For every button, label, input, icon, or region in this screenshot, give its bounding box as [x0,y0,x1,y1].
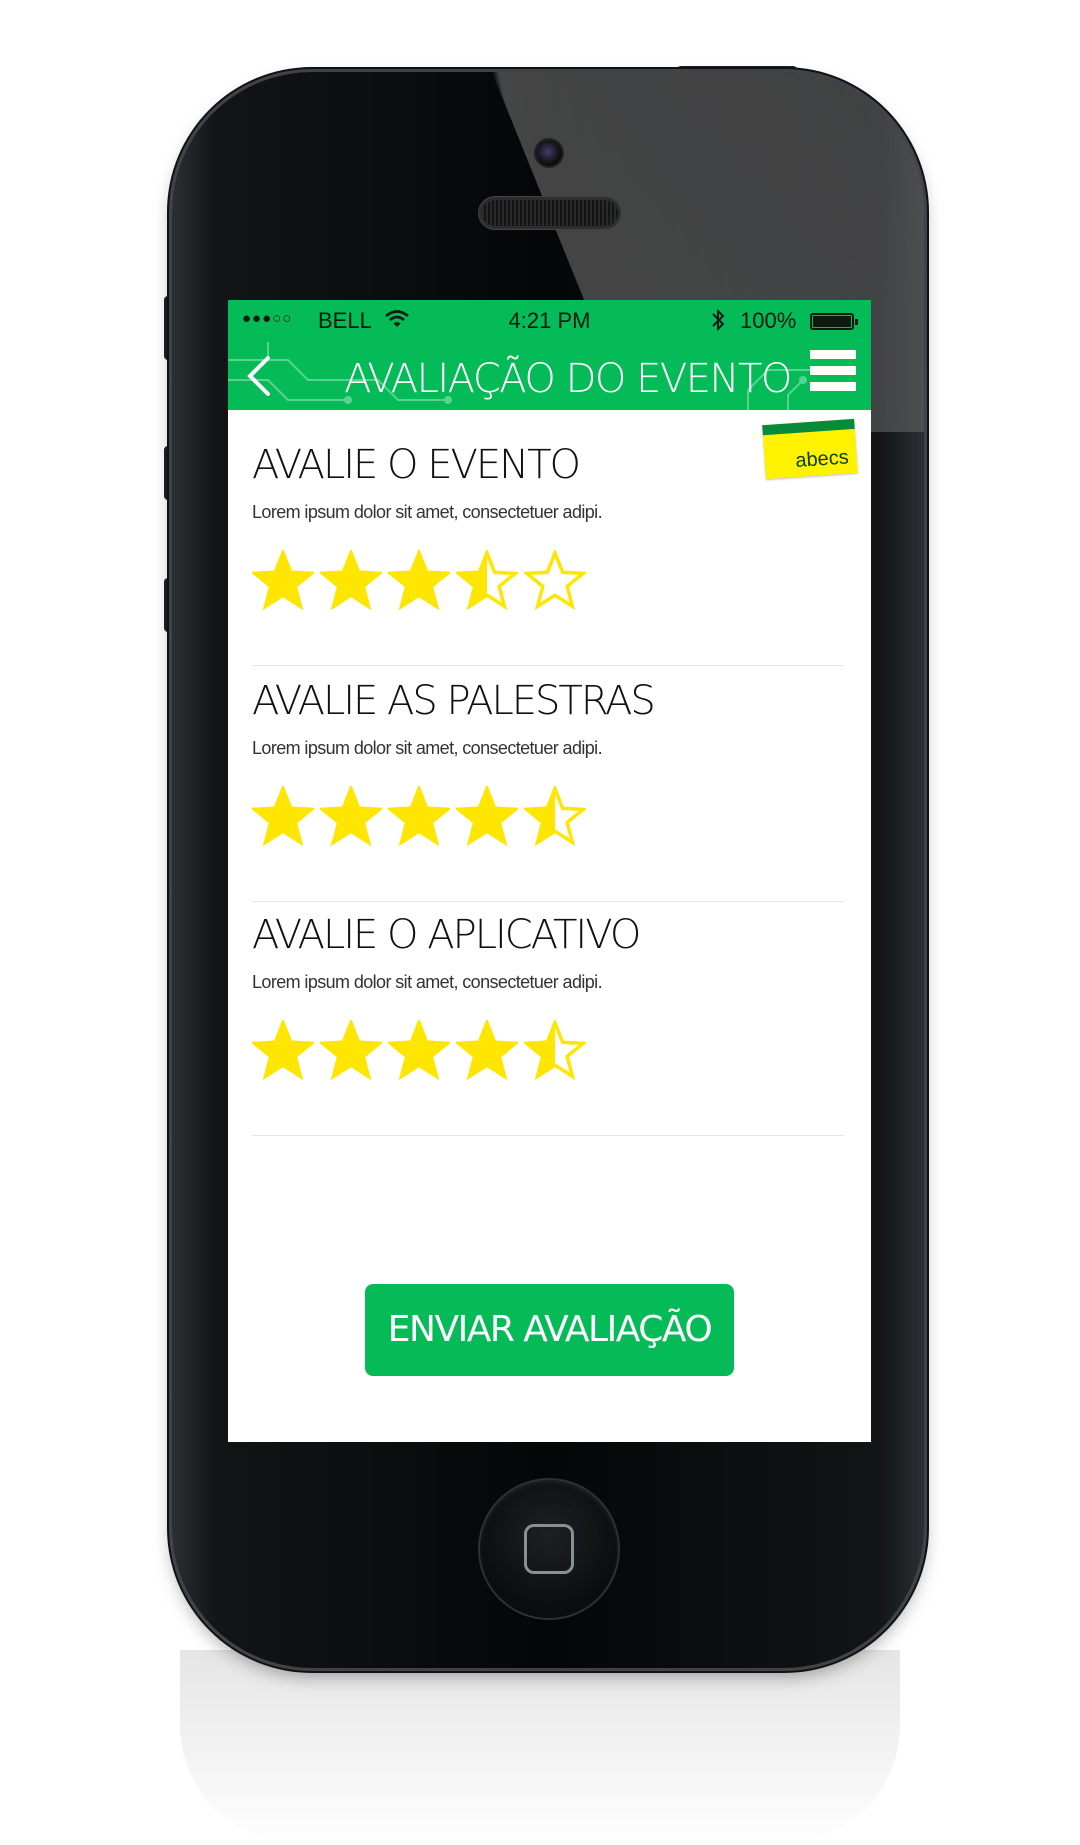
phone-reflection [180,1650,900,1845]
star-full-icon[interactable] [456,786,518,848]
star-full-icon[interactable] [388,550,450,612]
star-full-icon[interactable] [252,786,314,848]
menu-button[interactable] [810,350,860,394]
section-description: Lorem ipsum dolor sit amet, consectetuer… [252,972,603,992]
app-screen: ●●●○○ BELL 4:21 PM 100% AVALIAÇÃO DO EVE… [228,300,871,1442]
star-full-icon[interactable] [456,1020,518,1082]
star-rating[interactable] [252,550,652,614]
submit-rating-button[interactable]: ENVIAR AVALIAÇÃO [365,1284,734,1376]
battery-icon [810,313,858,330]
battery-percentage: 100% [740,308,797,333]
page-title: AVALIAÇÃO DO EVENTO [344,356,792,402]
star-full-icon[interactable] [320,1020,382,1082]
section-description: Lorem ipsum dolor sit amet, consectetuer… [252,502,603,522]
star-empty-icon[interactable] [524,550,586,612]
menu-bar-bottom [810,382,856,391]
section-title: AVALIE AS PALESTRAS [252,678,656,724]
star-full-icon[interactable] [388,1020,450,1082]
star-full-icon[interactable] [320,550,382,612]
section-title: AVALIE O APLICATIVO [252,912,641,958]
logo-stripe [762,418,855,436]
app-header: ●●●○○ BELL 4:21 PM 100% AVALIAÇÃO DO EVE… [228,300,871,410]
star-full-icon[interactable] [252,1020,314,1082]
star-full-icon[interactable] [320,786,382,848]
section-description: Lorem ipsum dolor sit amet, consectetuer… [252,738,603,758]
bluetooth-icon [712,308,725,332]
front-camera [536,140,562,166]
divider [252,901,844,902]
home-square-icon [524,1524,574,1574]
star-rating[interactable] [252,1020,652,1084]
home-button[interactable] [480,1480,618,1618]
star-full-icon[interactable] [388,786,450,848]
abecs-logo: abecs [762,418,858,480]
star-half-icon[interactable] [456,550,518,612]
divider [252,1135,844,1136]
menu-bar-middle [810,366,856,375]
star-full-icon[interactable] [252,550,314,612]
menu-bar-top [810,350,856,359]
star-rating[interactable] [252,786,652,850]
logo-text: abecs [794,446,850,473]
section-title: AVALIE O EVENTO [252,442,581,488]
star-half-icon[interactable] [524,1020,586,1082]
star-half-icon[interactable] [524,786,586,848]
divider [252,665,844,666]
nav-bar: AVALIAÇÃO DO EVENTO [228,342,871,410]
earpiece-speaker [482,200,618,226]
status-bar: ●●●○○ BELL 4:21 PM 100% [228,300,871,342]
